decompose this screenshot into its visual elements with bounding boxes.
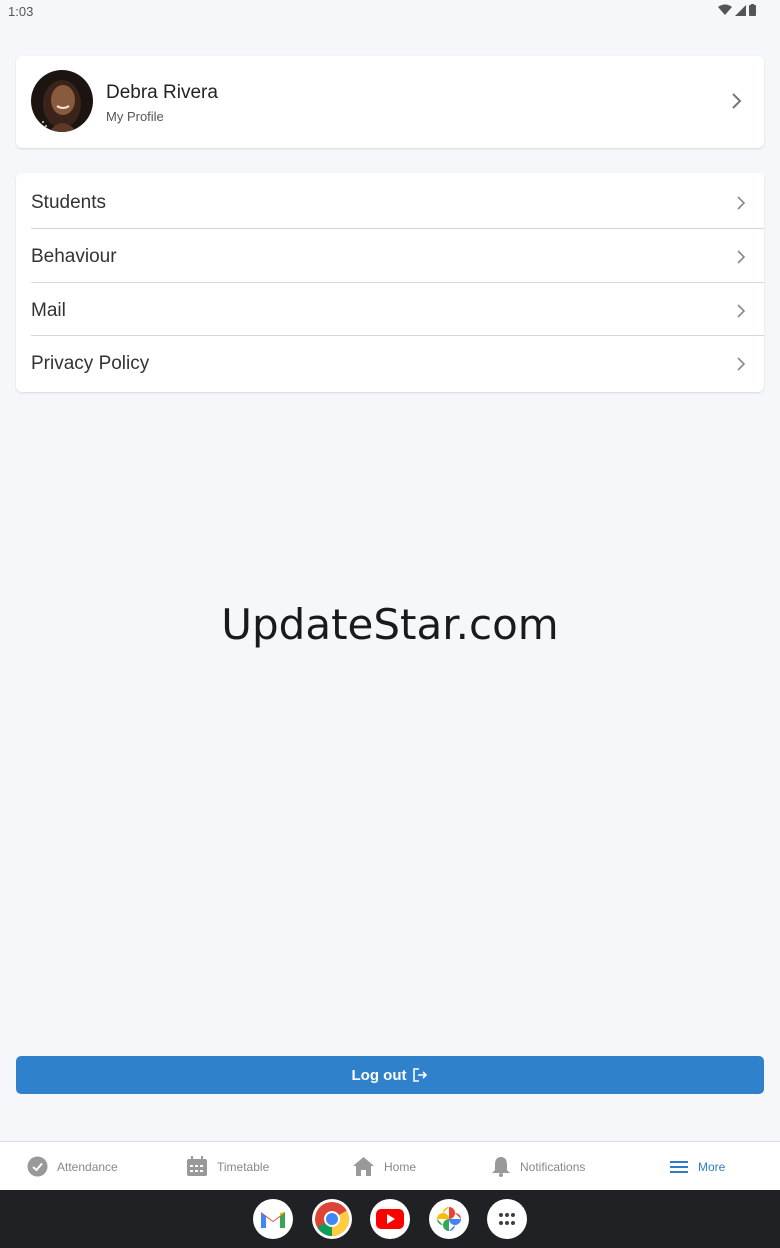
menu-item-label: Mail <box>31 300 66 321</box>
avatar <box>31 70 93 132</box>
check-circle-icon <box>27 1156 48 1177</box>
calendar-icon <box>187 1156 207 1176</box>
nav-more[interactable]: More <box>669 1142 725 1191</box>
status-bar: 1:03 <box>0 0 780 24</box>
nav-label: More <box>698 1159 726 1174</box>
youtube-icon[interactable] <box>370 1199 410 1239</box>
logout-label: Log out <box>351 1066 407 1084</box>
nav-label: Notifications <box>520 1159 586 1174</box>
bell-icon <box>492 1157 510 1177</box>
battery-icon <box>749 4 756 16</box>
menu-card: Students Behaviour Mail Privacy Policy <box>16 173 764 392</box>
app-drawer-icon[interactable] <box>487 1199 527 1239</box>
chevron-right-icon <box>737 357 746 371</box>
menu-item-students[interactable]: Students <box>16 175 764 229</box>
menu-item-behaviour[interactable]: Behaviour <box>16 229 764 283</box>
chevron-right-icon <box>737 304 746 318</box>
profile-subtitle: My Profile <box>106 109 164 124</box>
wifi-icon <box>718 4 732 15</box>
app-dock <box>0 1190 780 1248</box>
chevron-right-icon <box>737 196 746 210</box>
chrome-icon[interactable] <box>312 1199 352 1239</box>
nav-label: Home <box>384 1159 417 1174</box>
nav-notifications[interactable]: Notifications <box>491 1142 585 1191</box>
home-icon <box>353 1157 374 1176</box>
nav-timetable[interactable]: Timetable <box>186 1142 269 1191</box>
menu-item-privacy-policy[interactable]: Privacy Policy <box>16 336 764 390</box>
signal-icon <box>735 4 746 16</box>
status-icons <box>718 4 756 16</box>
nav-attendance[interactable]: Attendance <box>27 1142 118 1191</box>
menu-item-label: Students <box>31 192 106 213</box>
profile-name: Debra Rivera <box>106 82 218 103</box>
logout-icon <box>413 1068 428 1082</box>
status-time: 1:03 <box>8 4 34 19</box>
chevron-right-icon <box>737 250 746 264</box>
nav-label: Attendance <box>57 1159 118 1174</box>
nav-label: Timetable <box>217 1159 270 1174</box>
bottom-nav: Attendance Timetable Home Notifications … <box>0 1141 780 1190</box>
menu-item-mail[interactable]: Mail <box>16 283 764 337</box>
logout-button[interactable]: Log out <box>16 1056 764 1094</box>
menu-item-label: Privacy Policy <box>31 353 150 374</box>
gmail-icon[interactable] <box>253 1199 293 1239</box>
watermark: UpdateStar.com <box>221 600 559 649</box>
nav-home[interactable]: Home <box>352 1142 416 1191</box>
menu-icon <box>670 1160 688 1173</box>
chevron-right-icon <box>732 93 742 109</box>
photos-icon[interactable] <box>429 1199 469 1239</box>
profile-card[interactable]: Debra Rivera My Profile <box>16 56 764 148</box>
menu-item-label: Behaviour <box>31 246 117 267</box>
